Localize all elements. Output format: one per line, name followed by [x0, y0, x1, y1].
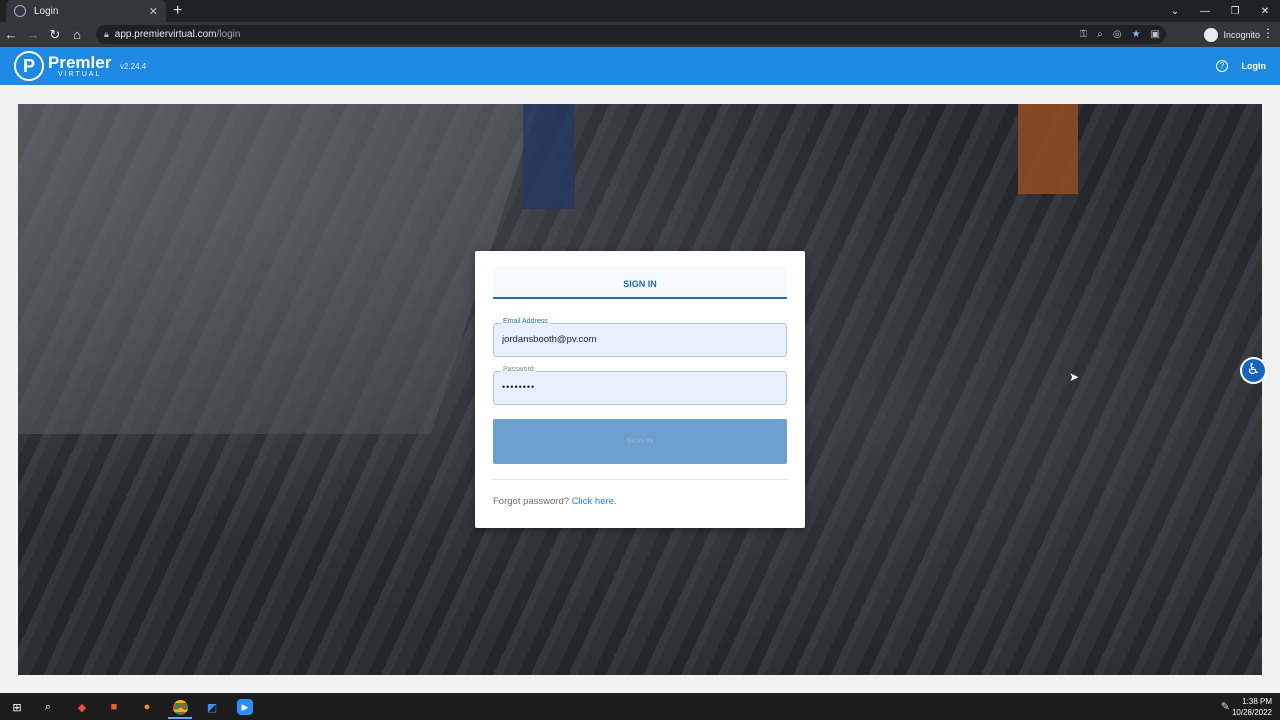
url-host: app.premiervirtual.com	[114, 29, 217, 40]
premier-virtual-logo[interactable]: P Premler VIRTUAL	[14, 51, 111, 81]
logo-subtitle: VIRTUAL	[57, 71, 102, 78]
logo-wordmark: Premler VIRTUAL	[48, 54, 111, 78]
forgot-password-link[interactable]: Click here.	[572, 496, 617, 507]
close-tab-icon[interactable]: ✕	[149, 5, 158, 18]
mouse-cursor-icon: ➤	[1069, 370, 1080, 384]
zoom-icon[interactable]: ⌕	[1097, 29, 1103, 40]
hero-banner-orange	[1018, 104, 1078, 194]
signin-card: SIGN IN Email Address Password SIGN IN F…	[475, 251, 805, 528]
tab-title: Login	[34, 5, 59, 17]
browser-tab-login[interactable]: Login ✕	[6, 0, 166, 22]
app-icon-3[interactable]: ●	[136, 696, 158, 718]
system-clock[interactable]: 1:38 PM 10/28/2022	[1232, 696, 1272, 718]
active-app-indicator	[168, 717, 192, 719]
address-bar[interactable]: 🔒︎ app.premiervirtual.com/login	[96, 25, 1166, 44]
email-label: Email Address	[501, 318, 550, 325]
minimize-icon[interactable]: —	[1190, 6, 1220, 17]
chrome-icon[interactable]	[169, 696, 191, 718]
app-icon-1[interactable]: ◆	[71, 696, 93, 718]
clock-time: 1:38 PM	[1242, 697, 1272, 706]
browser-toolbar: ← → ↻ ⌂ 🔒︎ app.premiervirtual.com/login …	[0, 22, 1280, 47]
pen-icon[interactable]: ✎	[1221, 700, 1230, 713]
password-label: Password	[501, 366, 536, 373]
header-login-link[interactable]: Login	[1242, 61, 1267, 71]
url-path: /login	[216, 29, 241, 40]
windows-taskbar: ⊞ ⌕ ◆ ■ ● ◩ ▶ ✎ 1:38 PM 10/28/2022	[0, 693, 1280, 720]
eye-off-icon[interactable]: ◎	[1113, 29, 1122, 40]
accessibility-icon[interactable]: ♿︎	[1240, 357, 1267, 384]
back-icon[interactable]: ←	[0, 27, 22, 42]
forward-icon[interactable]: →	[22, 27, 44, 42]
forgot-password-row: Forgot password? Click here.	[493, 496, 617, 507]
restore-icon[interactable]: ❐	[1220, 6, 1250, 17]
browser-tab-strip: Login ✕ + ⌄ — ❐ ✕	[0, 0, 1280, 22]
password-input[interactable]	[502, 382, 772, 392]
hero-banner-blue	[523, 104, 575, 209]
outlook-icon[interactable]: ◩	[201, 696, 223, 718]
app-header: P Premler VIRTUAL v2.24.4 ? Login	[0, 47, 1280, 85]
clock-date: 10/28/2022	[1231, 708, 1272, 717]
browser-menu-icon[interactable]: ⋮	[1262, 26, 1274, 40]
logo-mark: P	[14, 51, 44, 81]
hero-wall	[18, 104, 539, 434]
windows-start-icon[interactable]: ⊞	[6, 696, 28, 718]
window-controls: ⌄ — ❐ ✕	[1160, 0, 1280, 22]
new-tab-button[interactable]: +	[173, 2, 182, 20]
key-icon[interactable]: ⚿	[1080, 29, 1088, 40]
bookmark-star-icon[interactable]: ★	[1132, 29, 1141, 40]
incognito-label: Incognito	[1223, 29, 1260, 40]
forgot-password-text: Forgot password?	[493, 496, 570, 507]
email-input[interactable]	[502, 334, 772, 345]
reload-icon[interactable]: ↻	[44, 27, 66, 43]
side-panel-icon[interactable]: ▣	[1151, 29, 1160, 40]
incognito-indicator[interactable]: Incognito	[1204, 25, 1260, 44]
app-version: v2.24.4	[120, 62, 147, 71]
zoom-icon-app[interactable]: ▶	[234, 696, 256, 718]
search-icon[interactable]: ⌕	[37, 696, 59, 718]
lock-icon: 🔒︎	[104, 29, 109, 39]
card-divider	[493, 479, 787, 480]
incognito-icon	[1204, 27, 1219, 42]
close-window-icon[interactable]: ✕	[1250, 6, 1280, 17]
home-icon[interactable]: ⌂	[66, 27, 88, 42]
globe-icon	[14, 5, 26, 17]
tab-sign-in[interactable]: SIGN IN	[493, 267, 787, 299]
email-field[interactable]: Email Address	[493, 318, 787, 357]
office-icon[interactable]: ■	[103, 696, 125, 718]
tab-search-icon[interactable]: ⌄	[1160, 6, 1190, 17]
omnibox-icons: ⚿ ⌕ ◎ ★ ▣	[1080, 25, 1160, 44]
sign-in-button[interactable]: SIGN IN	[493, 419, 787, 464]
password-field[interactable]: Password	[493, 366, 787, 405]
help-icon[interactable]: ?	[1216, 60, 1228, 72]
logo-name: Premler	[48, 53, 112, 72]
